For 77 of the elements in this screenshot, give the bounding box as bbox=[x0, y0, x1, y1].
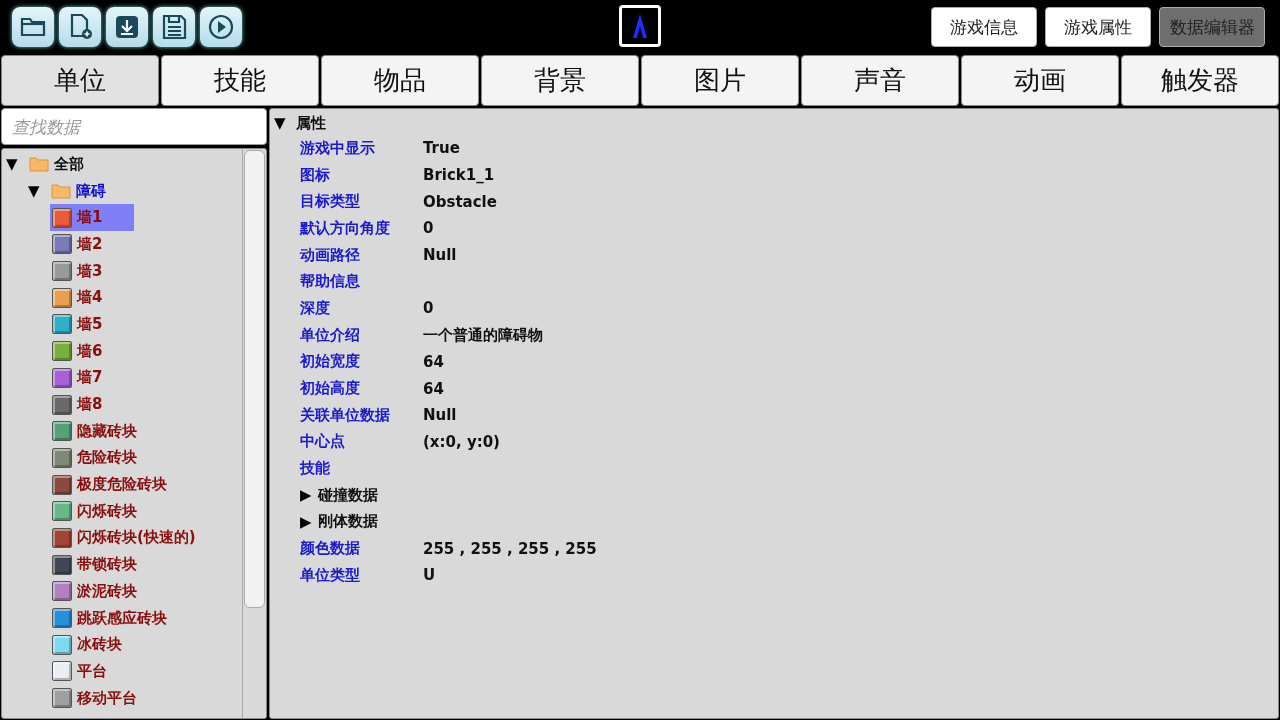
property-name: 深度 bbox=[300, 298, 331, 318]
tree-item[interactable]: 墙7 bbox=[50, 364, 134, 392]
tree-item[interactable]: 墙2 bbox=[50, 231, 134, 258]
property-value: Obstacle bbox=[423, 192, 497, 211]
tree-item[interactable]: 移动平台 bbox=[50, 684, 139, 712]
expand-toggle[interactable]: ▶ bbox=[300, 486, 318, 505]
tree-item[interactable]: 墙3 bbox=[50, 257, 134, 285]
tree-item[interactable]: 墙5 bbox=[50, 311, 134, 338]
tab[interactable]: 技能 bbox=[161, 55, 319, 106]
toolbar-button[interactable] bbox=[153, 7, 195, 47]
folder-label[interactable]: 障碍 bbox=[76, 181, 106, 201]
tree-item[interactable]: 墙8 bbox=[50, 391, 134, 418]
expand-toggle[interactable]: ▶ bbox=[300, 512, 318, 531]
tab[interactable]: 声音 bbox=[801, 55, 959, 106]
scrollbar[interactable] bbox=[242, 149, 266, 718]
property-value: 0 bbox=[423, 299, 434, 318]
property-name: 动画路径 bbox=[300, 245, 361, 265]
property-value: Null bbox=[423, 406, 457, 425]
property-name: 单位介绍 bbox=[300, 325, 361, 345]
toolbar-button[interactable] bbox=[12, 7, 54, 47]
tree-item[interactable]: 平台 bbox=[50, 658, 134, 685]
folder-label[interactable]: 全部 bbox=[54, 154, 84, 174]
tree-item[interactable]: 隐藏砖块 bbox=[50, 417, 139, 445]
tree-item[interactable]: 带锁砖块 bbox=[50, 551, 139, 578]
property-value: 一个普通的障碍物 bbox=[423, 325, 543, 345]
tree-item[interactable]: 跳跃感应砖块 bbox=[50, 604, 169, 632]
property-name: 默认方向角度 bbox=[300, 218, 391, 238]
property-name: 单位类型 bbox=[300, 565, 361, 585]
tab[interactable]: 触发器 bbox=[1121, 55, 1279, 106]
property-name: 中心点 bbox=[300, 432, 346, 452]
property-name: 颜色数据 bbox=[300, 539, 361, 559]
tab[interactable]: 背景 bbox=[481, 55, 639, 106]
property-value: 255 , 255 , 255 , 255 bbox=[423, 539, 597, 558]
expand-toggle[interactable]: ▼ bbox=[28, 182, 46, 201]
header-button[interactable]: 游戏信息 bbox=[931, 7, 1037, 47]
tab[interactable]: 单位 bbox=[1, 55, 159, 106]
expand-toggle[interactable]: ▼ bbox=[6, 155, 24, 174]
property-name: 关联单位数据 bbox=[300, 405, 391, 425]
group-label[interactable]: 碰撞数据 bbox=[318, 485, 378, 505]
property-name: 技能 bbox=[300, 459, 331, 479]
folder-icon bbox=[51, 183, 71, 200]
tab[interactable]: 图片 bbox=[641, 55, 799, 106]
tree-item[interactable]: 闪烁砖块 bbox=[50, 497, 139, 525]
property-value: True bbox=[423, 139, 460, 158]
group-label[interactable]: 刚体数据 bbox=[318, 512, 378, 532]
toolbar-button[interactable] bbox=[59, 7, 101, 47]
toolbar-button[interactable] bbox=[106, 7, 148, 47]
property-value: (x:0, y:0) bbox=[423, 432, 500, 451]
expand-toggle[interactable]: ▼ bbox=[274, 114, 292, 132]
folder-icon bbox=[29, 156, 49, 173]
tab[interactable]: 物品 bbox=[321, 55, 479, 106]
property-name: 游戏中显示 bbox=[300, 138, 376, 158]
tree-item[interactable]: 墙4 bbox=[50, 284, 134, 312]
tree-item[interactable]: 冰砖块 bbox=[50, 631, 134, 659]
play-icon bbox=[206, 12, 236, 42]
tree-item[interactable]: 闪烁砖块(快速的) bbox=[50, 524, 198, 552]
property-name: 初始高度 bbox=[300, 379, 361, 399]
property-value: Brick1_1 bbox=[423, 166, 495, 185]
tree-item[interactable]: 危险砖块 bbox=[50, 444, 139, 472]
tree-item[interactable]: 极度危险砖块 bbox=[50, 471, 169, 498]
logo-icon bbox=[619, 5, 661, 47]
property-value: Null bbox=[423, 246, 457, 265]
toolbar-button[interactable] bbox=[200, 7, 242, 47]
section-title: 属性 bbox=[296, 113, 326, 133]
property-value: 64 bbox=[423, 352, 444, 371]
property-name: 目标类型 bbox=[300, 192, 361, 212]
tree-item[interactable]: 淤泥砖块 bbox=[50, 578, 139, 605]
property-name: 初始宽度 bbox=[300, 352, 361, 372]
property-value: U bbox=[423, 566, 436, 585]
property-name: 帮助信息 bbox=[300, 272, 361, 292]
header-button[interactable]: 游戏属性 bbox=[1045, 7, 1151, 47]
tab[interactable]: 动画 bbox=[961, 55, 1119, 106]
tree-item[interactable]: 墙6 bbox=[50, 337, 134, 365]
property-value: 0 bbox=[423, 219, 434, 238]
property-value: 64 bbox=[423, 379, 444, 398]
search-field[interactable]: 查找数据 bbox=[1, 108, 267, 145]
property-name: 图标 bbox=[300, 165, 331, 185]
